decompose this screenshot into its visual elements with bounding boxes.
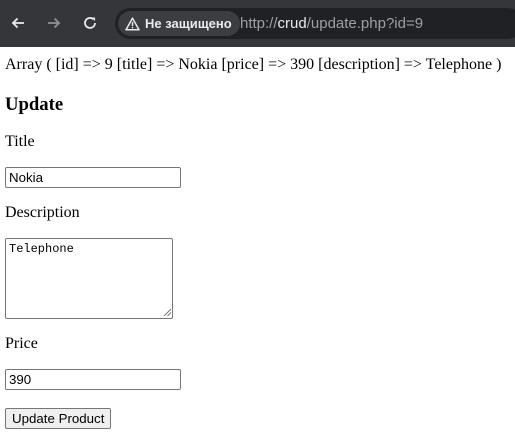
page-title: Update bbox=[5, 94, 64, 115]
description-label: Description bbox=[5, 204, 80, 221]
back-arrow-icon bbox=[11, 17, 24, 29]
resize-grip-icon[interactable] bbox=[163, 308, 172, 317]
back-button[interactable] bbox=[6, 11, 30, 35]
address-bar[interactable]: Не защищено http://crud/update.php?id=9 bbox=[115, 8, 515, 39]
warning-triangle-icon bbox=[125, 16, 140, 31]
security-chip[interactable]: Не защищено bbox=[118, 11, 240, 36]
forward-arrow-icon bbox=[48, 17, 61, 29]
forward-button[interactable] bbox=[42, 11, 66, 35]
debug-output: Array ( [id] => 9 [title] => Nokia [pric… bbox=[5, 56, 502, 73]
url-path: /update.php?id=9 bbox=[306, 15, 424, 32]
title-label: Title bbox=[5, 133, 35, 150]
reload-button[interactable] bbox=[78, 11, 102, 35]
url-scheme: http:// bbox=[240, 15, 278, 32]
description-textarea[interactable]: Telephone bbox=[5, 238, 173, 319]
title-input[interactable] bbox=[5, 167, 181, 188]
reload-icon bbox=[84, 17, 96, 29]
price-label: Price bbox=[5, 335, 38, 352]
security-label: Не защищено bbox=[145, 16, 232, 31]
browser-toolbar: Не защищено http://crud/update.php?id=9 bbox=[0, 0, 515, 47]
url-host: crud bbox=[277, 15, 307, 32]
update-product-button[interactable]: Update Product bbox=[5, 408, 112, 429]
price-input[interactable] bbox=[5, 369, 181, 390]
url-text[interactable]: http://crud/update.php?id=9 bbox=[240, 15, 423, 32]
